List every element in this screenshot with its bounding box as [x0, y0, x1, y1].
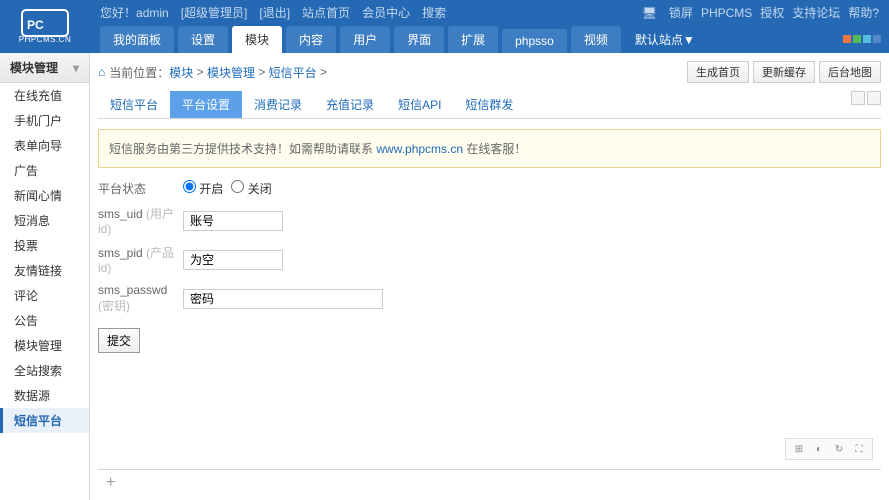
lock-link[interactable]: 锁屏	[669, 4, 693, 21]
sidebar-item-ad[interactable]: 广告	[0, 158, 89, 183]
tool-icon-4[interactable]: ⛶	[852, 442, 866, 456]
sidebar-title: 模块管理 ▾	[0, 53, 89, 83]
sidebar-item-comment[interactable]: 评论	[0, 283, 89, 308]
site-select[interactable]: 默认站点▼	[625, 26, 705, 53]
sidebar-item-module-mgmt[interactable]: 模块管理	[0, 333, 89, 358]
theme-color-4[interactable]	[873, 35, 881, 43]
radio-on-label[interactable]: 开启	[183, 180, 223, 197]
sidebar-item-notice[interactable]: 公告	[0, 308, 89, 333]
sitemap-button[interactable]: 后台地图	[819, 61, 881, 83]
greeting: 您好！	[100, 4, 136, 21]
sms-uid-input[interactable]	[183, 211, 283, 231]
pid-label: sms_pid	[98, 246, 143, 260]
tool-icon-1[interactable]: ⊞	[792, 442, 806, 456]
breadcrumb-sms[interactable]: 短信平台	[269, 64, 317, 81]
sidebar-item-form[interactable]: 表单向导	[0, 133, 89, 158]
notice-text-2: 在线客服！	[463, 142, 526, 156]
notice-link[interactable]: www.phpcms.cn	[376, 142, 463, 156]
subtab-sms-api[interactable]: 短信API	[386, 91, 453, 118]
view-list-icon[interactable]	[867, 91, 881, 105]
sms-pid-input[interactable]	[183, 250, 283, 270]
breadcrumb-module[interactable]: 模块	[169, 64, 193, 81]
tool-icon-2[interactable]: ◐	[812, 442, 826, 456]
subtab-sms-mass[interactable]: 短信群发	[453, 91, 525, 118]
sidebar-item-sms[interactable]: 短信平台	[0, 408, 89, 433]
pwd-label: sms_passwd	[98, 283, 167, 297]
sidebar-item-vote[interactable]: 投票	[0, 233, 89, 258]
nav-tab-user[interactable]: 用户	[340, 26, 390, 53]
nav-tab-video[interactable]: 视频	[571, 26, 621, 53]
sidebar-item-mood[interactable]: 新闻心情	[0, 183, 89, 208]
radio-on[interactable]	[183, 180, 196, 193]
username-link[interactable]: admin	[136, 6, 169, 20]
logo-text: PHPCMS.CN	[19, 35, 72, 44]
footer-toolbar: ⊞ ◐ ↻ ⛶	[785, 438, 873, 460]
theme-color-3[interactable]	[863, 35, 871, 43]
uid-label: sms_uid	[98, 207, 143, 221]
sidebar-item-message[interactable]: 短消息	[0, 208, 89, 233]
member-center-link[interactable]: 会员中心	[362, 4, 410, 21]
sms-passwd-input[interactable]	[183, 289, 383, 309]
notice-box: 短信服务由第三方提供技术支持！如需帮助请联系 www.phpcms.cn 在线客…	[98, 129, 881, 168]
pwd-hint: (密钥)	[98, 299, 130, 313]
svg-text:PC: PC	[27, 18, 44, 32]
nav-tab-module[interactable]: 模块	[232, 26, 282, 53]
help-link[interactable]: 帮助?	[848, 4, 879, 21]
subtab-consume-log[interactable]: 消费记录	[242, 91, 314, 118]
home-icon[interactable]: ⌂	[98, 65, 105, 79]
breadcrumb: ⌂ 当前位置： 模块 > 模块管理 > 短信平台 > 生成首页 更新缓存 后台地…	[98, 61, 881, 83]
nav-tab-dashboard[interactable]: 我的面板	[100, 26, 174, 53]
nav-tab-phpsso[interactable]: phpsso	[502, 29, 567, 53]
status-label: 平台状态	[98, 180, 183, 197]
sidebar-item-recharge[interactable]: 在线充值	[0, 83, 89, 108]
subtab-recharge-log[interactable]: 充值记录	[314, 91, 386, 118]
sidebar-item-search[interactable]: 全站搜索	[0, 358, 89, 383]
breadcrumb-mgmt[interactable]: 模块管理	[207, 64, 255, 81]
logo[interactable]: PC PHPCMS.CN	[0, 0, 90, 53]
notice-text-1: 短信服务由第三方提供技术支持！如需帮助请联系	[109, 142, 376, 156]
theme-color-2[interactable]	[853, 35, 861, 43]
site-home-link[interactable]: 站点首页	[302, 4, 350, 21]
tool-icon-3[interactable]: ↻	[832, 442, 846, 456]
nav-tab-content[interactable]: 内容	[286, 26, 336, 53]
radio-off[interactable]	[231, 180, 244, 193]
radio-off-label[interactable]: 关闭	[231, 180, 271, 197]
breadcrumb-label: 当前位置：	[109, 64, 169, 81]
update-cache-button[interactable]: 更新缓存	[753, 61, 815, 83]
gen-home-button[interactable]: 生成首页	[687, 61, 749, 83]
phpcms-link[interactable]: PHPCMS	[701, 6, 752, 20]
logout-link[interactable]: [退出]	[259, 4, 290, 21]
role-link[interactable]: [超级管理员]	[181, 4, 248, 21]
chevron-down-icon[interactable]: ▾	[73, 61, 79, 75]
subtab-sms-platform[interactable]: 短信平台	[98, 91, 170, 118]
sidebar-item-links[interactable]: 友情链接	[0, 258, 89, 283]
search-link[interactable]: 搜索	[422, 4, 446, 21]
nav-tab-settings[interactable]: 设置	[178, 26, 228, 53]
theme-color-1[interactable]	[843, 35, 851, 43]
sidebar-item-mobile[interactable]: 手机门户	[0, 108, 89, 133]
add-tab-button[interactable]: +	[98, 474, 123, 491]
subtab-platform-settings[interactable]: 平台设置	[170, 91, 242, 118]
forum-link[interactable]: 支持论坛	[792, 4, 840, 21]
view-grid-icon[interactable]	[851, 91, 865, 105]
monitor-icon: 🖥	[642, 6, 657, 20]
license-link[interactable]: 授权	[760, 4, 784, 21]
sidebar-item-datasource[interactable]: 数据源	[0, 383, 89, 408]
submit-button[interactable]: 提交	[98, 328, 140, 353]
sidebar-title-text: 模块管理	[10, 59, 58, 76]
nav-tab-ui[interactable]: 界面	[394, 26, 444, 53]
nav-tab-extend[interactable]: 扩展	[448, 26, 498, 53]
